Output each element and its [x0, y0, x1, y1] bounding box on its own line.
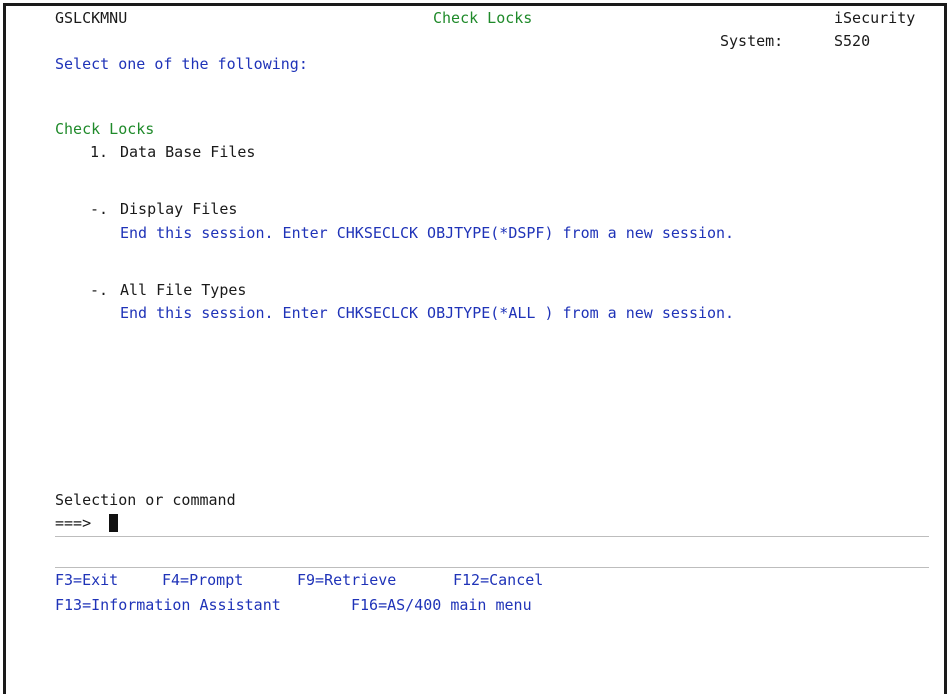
divider-top: [55, 536, 929, 537]
instruction-text: Select one of the following:: [55, 55, 308, 73]
command-prompt: ===>: [55, 514, 92, 532]
fkey-exit[interactable]: F3=Exit: [55, 571, 118, 589]
page-title: Check Locks: [433, 9, 533, 27]
fkey-cancel[interactable]: F12=Cancel: [453, 571, 543, 589]
fkey-main-menu[interactable]: F16=AS/400 main menu: [351, 596, 532, 614]
command-input[interactable]: [121, 514, 921, 532]
system-label: System:: [720, 32, 784, 50]
divider-bottom: [55, 567, 929, 568]
fkey-prompt[interactable]: F4=Prompt: [162, 571, 243, 589]
option-number: -.: [90, 281, 109, 299]
option-note: End this session. Enter CHKSECLCK OBJTYP…: [120, 304, 735, 322]
product-name: iSecurity: [834, 9, 916, 27]
section-title: Check Locks: [55, 120, 155, 138]
fkey-retrieve[interactable]: F9=Retrieve: [297, 571, 396, 589]
command-label: Selection or command: [55, 491, 236, 509]
option-label: Data Base Files: [120, 143, 256, 161]
option-label: Display Files: [120, 200, 238, 218]
option-note: End this session. Enter CHKSECLCK OBJTYP…: [120, 224, 735, 242]
terminal-screen: GSLCKMNU Check Locks iSecurity System: S…: [0, 0, 950, 694]
system-value: S520: [834, 32, 871, 50]
menu-id: GSLCKMNU: [55, 9, 128, 27]
option-number: 1.: [90, 143, 109, 161]
option-number: -.: [90, 200, 109, 218]
option-label: All File Types: [120, 281, 247, 299]
text-cursor: [109, 514, 118, 532]
fkey-information-assistant[interactable]: F13=Information Assistant: [55, 596, 281, 614]
